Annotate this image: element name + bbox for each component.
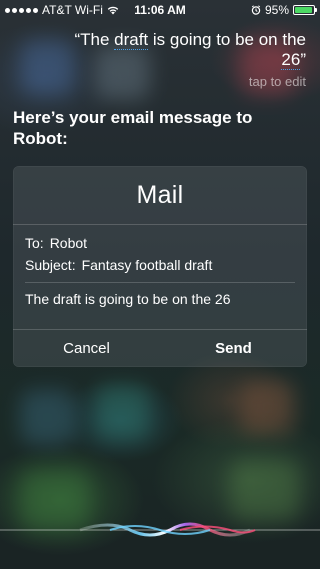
blurred-app-icon [95, 385, 150, 440]
battery-percent: 95% [264, 3, 289, 17]
mail-card: Mail To: Robot Subject: Fantasy football… [13, 166, 307, 367]
to-row[interactable]: To: Robot [25, 232, 295, 254]
mail-body[interactable]: The draft is going to be on the 26 [13, 283, 307, 327]
to-value: Robot [49, 235, 88, 251]
mail-card-title: Mail [136, 180, 184, 209]
quote-part: “The [74, 30, 115, 49]
mail-actions: Cancel Send [13, 329, 307, 367]
to-label: To: [25, 235, 44, 251]
subject-row[interactable]: Subject: Fantasy football draft [25, 254, 295, 276]
tap-to-edit-link[interactable]: tap to edit [249, 74, 306, 89]
quote-part: ” [300, 50, 306, 69]
battery-icon [293, 5, 317, 15]
blurred-app-icon [240, 380, 295, 435]
quote-part: is going to be on the [148, 30, 306, 49]
quote-number: 26 [281, 50, 301, 70]
alarm-icon [251, 5, 261, 15]
status-bar: AT&T Wi-Fi 11:06 AM 95% [0, 0, 320, 20]
subject-label: Subject: [25, 257, 76, 273]
blurred-app-icon [20, 390, 75, 445]
siri-response-text: Here’s your email message to Robot: [13, 108, 253, 148]
quote-word-draft: draft [114, 30, 149, 50]
cancel-button[interactable]: Cancel [13, 330, 160, 367]
mail-fields: To: Robot Subject: Fantasy football draf… [13, 225, 307, 282]
status-right: 95% [251, 3, 317, 17]
subject-value: Fantasy football draft [81, 257, 213, 273]
siri-waveform-icon[interactable] [0, 510, 320, 550]
siri-transcribed-speech[interactable]: “The draft is going to be on the 26” [56, 30, 306, 70]
send-button[interactable]: Send [160, 330, 307, 367]
